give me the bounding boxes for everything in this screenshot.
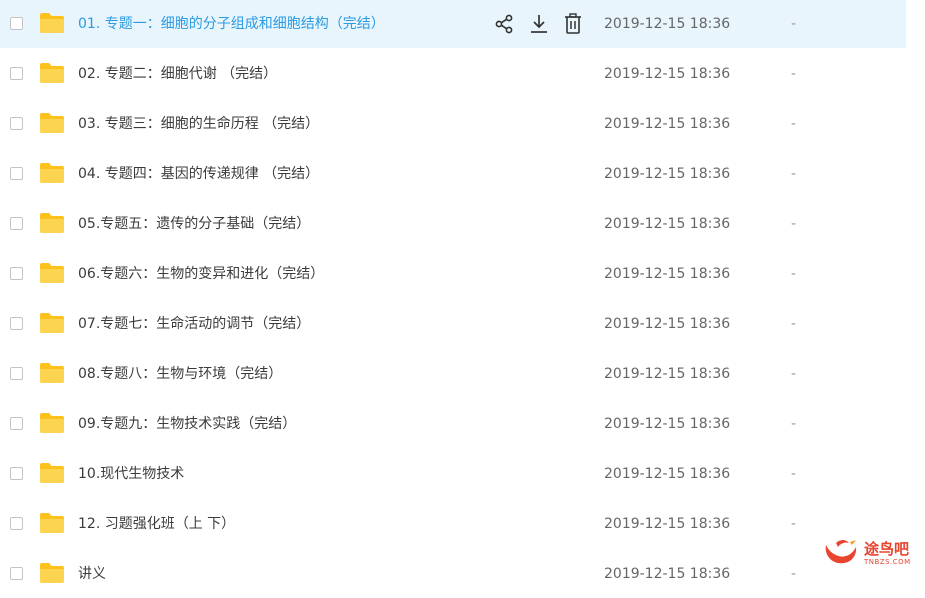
file-size: - [791, 466, 797, 482]
row-checkbox[interactable] [10, 317, 23, 330]
file-size: - [791, 66, 797, 82]
folder-icon [39, 362, 65, 384]
file-name-link[interactable]: 04. 专题四：基因的传递规律 （完结） [78, 164, 319, 184]
row-checkbox[interactable] [10, 567, 23, 580]
file-row[interactable]: 10.现代生物技术 2019-12-15 18:36 - [0, 450, 906, 498]
file-size: - [791, 416, 797, 432]
row-checkbox[interactable] [10, 67, 23, 80]
file-size: - [791, 16, 797, 32]
file-size: - [791, 566, 797, 582]
file-row[interactable]: 08.专题八：生物与环境（完结） 2019-12-15 18:36 - [0, 350, 906, 398]
watermark-subtext: TNBZS.COM [864, 558, 911, 566]
row-checkbox[interactable] [10, 217, 23, 230]
modified-date: 2019-12-15 18:36 [604, 416, 731, 432]
modified-date: 2019-12-15 18:36 [604, 466, 731, 482]
file-size: - [791, 166, 797, 182]
file-row[interactable]: 05.专题五：遗传的分子基础（完结） 2019-12-15 18:36 - [0, 200, 906, 248]
file-name-link[interactable]: 09.专题九：生物技术实践（完结） [78, 414, 296, 434]
file-row[interactable]: 讲义 2019-12-15 18:36 - [0, 550, 906, 598]
modified-date: 2019-12-15 18:36 [604, 316, 731, 332]
folder-icon [39, 262, 65, 284]
bird-logo-icon [825, 540, 857, 564]
folder-icon [39, 412, 65, 434]
modified-date: 2019-12-15 18:36 [604, 216, 731, 232]
row-checkbox[interactable] [10, 367, 23, 380]
file-name-link[interactable]: 05.专题五：遗传的分子基础（完结） [78, 214, 310, 234]
row-checkbox[interactable] [10, 417, 23, 430]
file-row[interactable]: 07.专题七：生命活动的调节（完结） 2019-12-15 18:36 - [0, 300, 906, 348]
file-row[interactable]: 12. 习题强化班（上 下） 2019-12-15 18:36 - [0, 500, 906, 548]
file-row[interactable]: 04. 专题四：基因的传递规律 （完结） 2019-12-15 18:36 - [0, 150, 906, 198]
folder-icon [39, 512, 65, 534]
folder-icon [39, 62, 65, 84]
file-row[interactable]: 02. 专题二：细胞代谢 （完结） 2019-12-15 18:36 - [0, 50, 906, 98]
file-name-link[interactable]: 02. 专题二：细胞代谢 （完结） [78, 64, 277, 84]
file-name-link[interactable]: 讲义 [78, 564, 106, 584]
folder-icon [39, 312, 65, 334]
file-size: - [791, 516, 797, 532]
modified-date: 2019-12-15 18:36 [604, 116, 731, 132]
file-row[interactable]: 06.专题六：生物的变异和进化（完结） 2019-12-15 18:36 - [0, 250, 906, 298]
file-name-link[interactable]: 01. 专题一：细胞的分子组成和细胞结构（完结） [78, 14, 385, 34]
file-size: - [791, 266, 797, 282]
folder-icon [39, 162, 65, 184]
modified-date: 2019-12-15 18:36 [604, 516, 731, 532]
file-row[interactable]: 03. 专题三：细胞的生命历程 （完结） 2019-12-15 18:36 - [0, 100, 906, 148]
folder-icon [39, 112, 65, 134]
row-checkbox[interactable] [10, 17, 23, 30]
row-checkbox[interactable] [10, 267, 23, 280]
watermark-logo: 途鸟吧 TNBZS.COM [822, 535, 918, 569]
modified-date: 2019-12-15 18:36 [604, 166, 731, 182]
file-size: - [791, 216, 797, 232]
modified-date: 2019-12-15 18:36 [604, 266, 731, 282]
folder-icon [39, 562, 65, 584]
file-name-link[interactable]: 12. 习题强化班（上 下） [78, 514, 235, 534]
file-size: - [791, 316, 797, 332]
file-list: 01. 专题一：细胞的分子组成和细胞结构（完结） 2019-12-15 18:36… [0, 0, 925, 583]
modified-date: 2019-12-15 18:36 [604, 366, 731, 382]
folder-icon [39, 212, 65, 234]
file-size: - [791, 366, 797, 382]
folder-icon [39, 12, 65, 34]
modified-date: 2019-12-15 18:36 [604, 566, 731, 582]
watermark-text: 途鸟吧 [864, 540, 910, 558]
file-size: - [791, 116, 797, 132]
row-checkbox[interactable] [10, 117, 23, 130]
row-checkbox[interactable] [10, 167, 23, 180]
file-name-link[interactable]: 03. 专题三：细胞的生命历程 （完结） [78, 114, 319, 134]
modified-date: 2019-12-15 18:36 [604, 66, 731, 82]
row-checkbox[interactable] [10, 517, 23, 530]
folder-icon [39, 462, 65, 484]
file-row[interactable]: 09.专题九：生物技术实践（完结） 2019-12-15 18:36 - [0, 400, 906, 448]
row-checkbox[interactable] [10, 467, 23, 480]
download-icon[interactable] [528, 12, 550, 36]
modified-date: 2019-12-15 18:36 [604, 16, 731, 32]
file-name-link[interactable]: 10.现代生物技术 [78, 464, 184, 484]
trash-icon[interactable] [562, 12, 584, 36]
share-icon[interactable] [494, 12, 516, 36]
file-row[interactable]: 01. 专题一：细胞的分子组成和细胞结构（完结） 2019-12-15 18:36… [0, 0, 906, 48]
file-name-link[interactable]: 08.专题八：生物与环境（完结） [78, 364, 282, 384]
file-name-link[interactable]: 06.专题六：生物的变异和进化（完结） [78, 264, 324, 284]
file-name-link[interactable]: 07.专题七：生命活动的调节（完结） [78, 314, 310, 334]
